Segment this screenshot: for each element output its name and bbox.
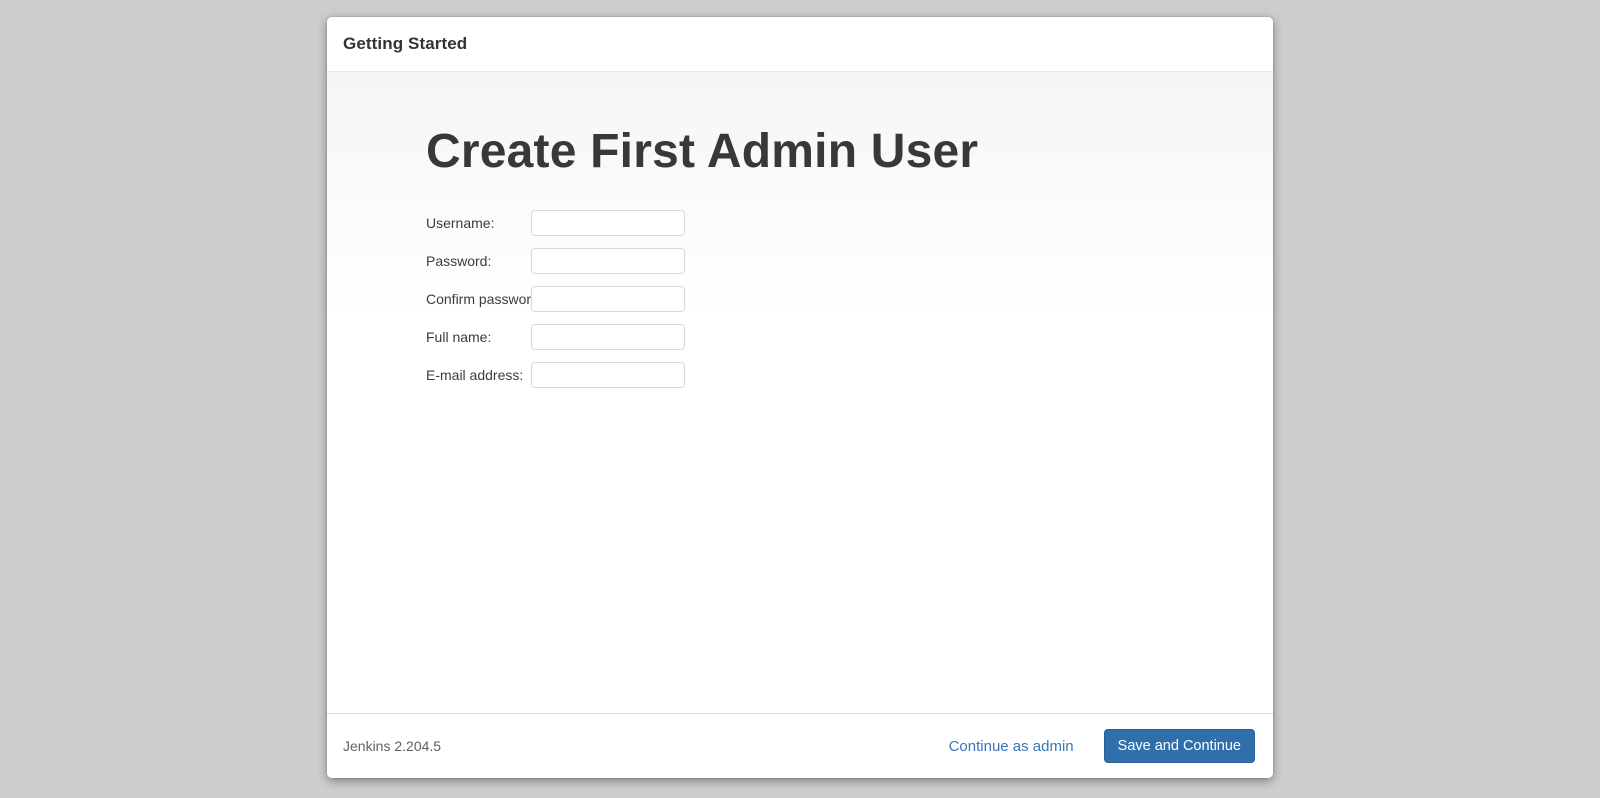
username-input[interactable] xyxy=(531,210,685,236)
page-title: Create First Admin User xyxy=(426,124,1233,180)
continue-as-admin-link[interactable]: Continue as admin xyxy=(949,738,1074,755)
full-name-label: Full name: xyxy=(426,329,531,345)
jenkins-version-label: Jenkins 2.204.5 xyxy=(343,738,441,754)
confirm-password-label: Confirm password: xyxy=(426,291,531,307)
wizard-footer: Jenkins 2.204.5 Continue as admin Save a… xyxy=(327,713,1273,778)
email-label: E-mail address: xyxy=(426,367,531,383)
password-label: Password: xyxy=(426,253,531,269)
create-admin-form: Username: Password: Confirm password: Fu… xyxy=(426,210,1233,388)
full-name-input[interactable] xyxy=(531,324,685,350)
username-label: Username: xyxy=(426,215,531,231)
confirm-password-input[interactable] xyxy=(531,286,685,312)
wizard-content: Create First Admin User Username: Passwo… xyxy=(327,72,1273,713)
save-and-continue-button[interactable]: Save and Continue xyxy=(1104,729,1255,763)
wizard-header: Getting Started xyxy=(327,17,1273,72)
setup-wizard-panel: Getting Started Create First Admin User … xyxy=(327,17,1273,778)
password-input[interactable] xyxy=(531,248,685,274)
wizard-header-title: Getting Started xyxy=(343,34,467,54)
email-input[interactable] xyxy=(531,362,685,388)
